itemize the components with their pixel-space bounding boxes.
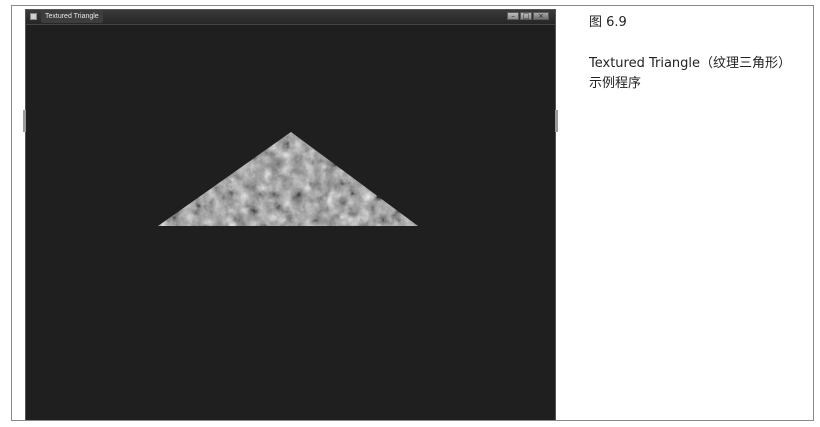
window-controls: – □ × [507, 12, 549, 21]
window-resize-handle-right[interactable] [555, 110, 558, 132]
caption-text: Textured Triangle（纹理三角形） 示例程序 [589, 54, 814, 94]
caption-line-1: Textured Triangle（纹理三角形） [589, 56, 792, 71]
window-title: Textured Triangle [41, 10, 103, 23]
maximize-button[interactable]: □ [520, 12, 532, 20]
render-canvas [26, 25, 555, 420]
maximize-icon: □ [522, 12, 530, 20]
app-icon[interactable] [30, 13, 37, 20]
app-window: Textured Triangle – □ × [23, 9, 558, 420]
figure-number: 图 6.9 [589, 15, 627, 30]
close-button[interactable]: × [533, 12, 549, 20]
caption-line-2: 示例程序 [589, 76, 642, 91]
minimize-button[interactable]: – [507, 12, 519, 20]
figure-frame: Textured Triangle – □ × 图 6.9 Textured T… [11, 5, 814, 421]
close-icon: × [538, 12, 544, 20]
minimize-icon: – [511, 12, 515, 20]
figure-caption: 图 6.9 Textured Triangle（纹理三角形） 示例程序 [589, 14, 814, 94]
title-bar[interactable]: Textured Triangle – □ × [26, 10, 555, 25]
